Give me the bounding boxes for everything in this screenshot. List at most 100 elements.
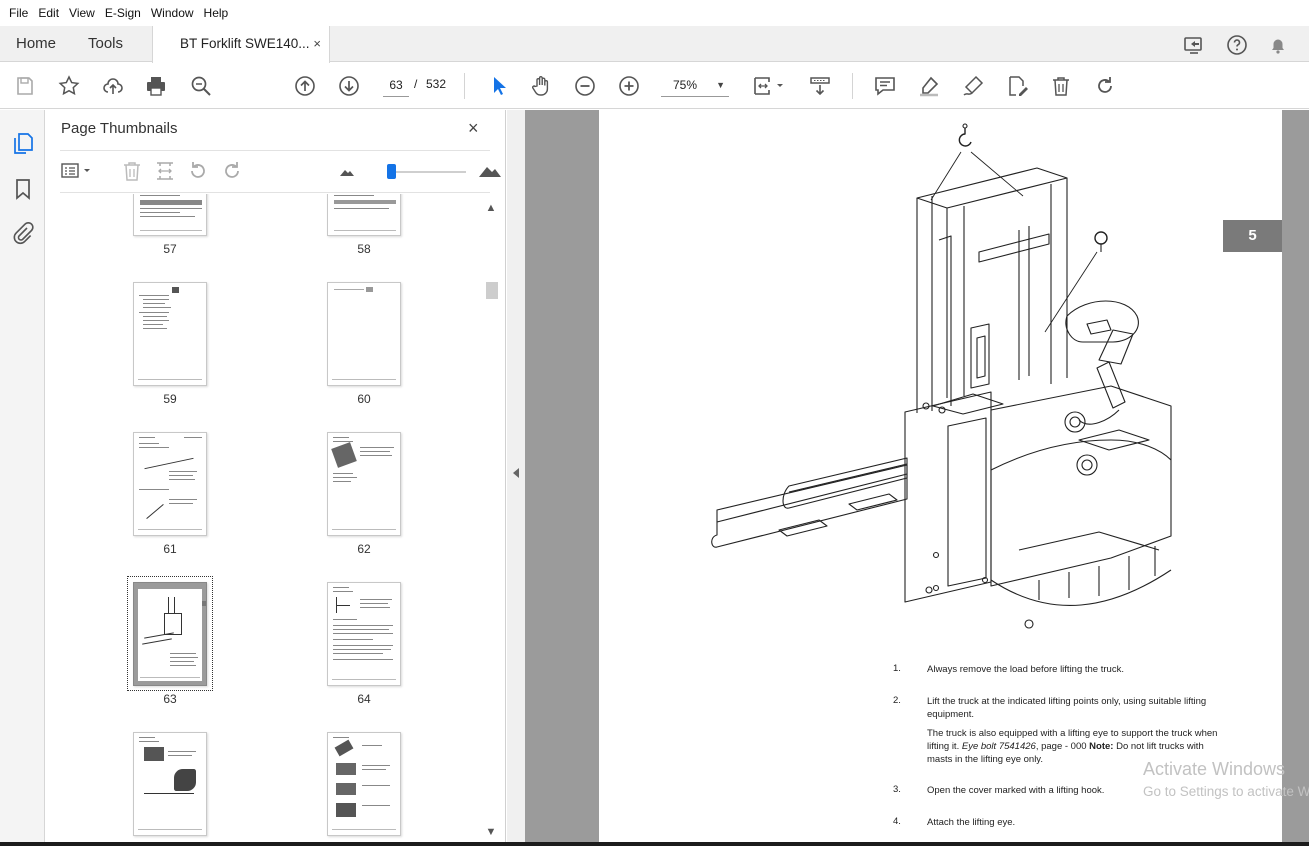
total-pages: 532 (426, 77, 447, 91)
menu-file[interactable]: File (4, 6, 33, 20)
bookmarks-icon[interactable] (10, 176, 36, 202)
thumbnail-size-slider-track[interactable] (388, 171, 466, 173)
thumbnail-page-62[interactable] (327, 432, 401, 536)
thumbnail-label: 61 (163, 542, 177, 556)
menu-esign[interactable]: E-Sign (100, 6, 146, 20)
highlight-pen-icon[interactable] (916, 73, 942, 99)
tab-tools[interactable]: Tools (88, 26, 123, 62)
large-thumbnails-icon[interactable] (478, 159, 502, 183)
main-toolbar: 63 / 532 75% ▼ (0, 63, 1309, 109)
delete-page-icon[interactable] (120, 159, 144, 183)
zoom-out-icon[interactable] (572, 73, 598, 99)
menu-edit[interactable]: Edit (33, 6, 64, 20)
step-text: Always remove the load before lifting th… (927, 664, 1124, 675)
notifications-bell-icon[interactable] (1266, 33, 1290, 57)
thumbnail-options-icon[interactable] (60, 159, 96, 183)
page-thumbnails-panel: Page Thumbnails × 57 58 59 60 61 62 63 6… (46, 110, 506, 846)
thumbnail-page-61[interactable] (133, 432, 207, 536)
toolbar-divider (852, 73, 853, 99)
thumbnail-scrollbar[interactable]: ▲ ▼ (484, 202, 498, 838)
step-text: Lift the truck at the indicated lifting … (927, 696, 1207, 720)
comment-icon[interactable] (872, 73, 898, 99)
page-number-input[interactable]: 63 (383, 73, 409, 97)
scrollbar-thumb[interactable] (486, 282, 498, 299)
thumbnail-page-58[interactable] (327, 194, 401, 236)
scroll-mode-icon[interactable] (807, 73, 833, 99)
draw-freehand-icon[interactable] (960, 73, 986, 99)
thumbnail-page-57[interactable] (133, 194, 207, 236)
step-number: 3. (893, 784, 901, 795)
small-thumbnails-icon[interactable] (337, 159, 357, 183)
next-page-icon[interactable] (336, 73, 362, 99)
step-text: Open the cover marked with a lifting hoo… (927, 785, 1105, 796)
scroll-down-icon[interactable]: ▼ (484, 826, 498, 838)
thumbnail-page-63[interactable] (133, 582, 207, 686)
step-number: 4. (893, 816, 901, 827)
zoom-in-icon[interactable] (616, 73, 642, 99)
step-note-text: The truck is also equipped with a liftin… (927, 728, 1218, 765)
rotate-right-icon[interactable] (220, 159, 244, 183)
step-3: 3. Open the cover marked with a lifting … (893, 784, 1223, 798)
tab-document[interactable]: BT Forklift SWE140... × (152, 26, 330, 63)
toolbar-divider (464, 73, 465, 99)
edit-document-icon[interactable] (1004, 73, 1030, 99)
hand-tool-icon[interactable] (528, 73, 554, 99)
thumbnail-label: 58 (357, 242, 371, 256)
thumbnail-label: 62 (357, 542, 371, 556)
step-text: Attach the lifting eye. (927, 817, 1016, 828)
menu-view[interactable]: View (64, 6, 100, 20)
step-number: 1. (893, 663, 901, 674)
thumbnail-page-65[interactable] (133, 732, 207, 836)
thumbnail-page-66[interactable] (327, 732, 401, 836)
save-icon[interactable] (12, 73, 38, 99)
step-number: 2. (893, 695, 901, 706)
page-thumbnails-icon[interactable] (10, 130, 36, 156)
thumbnail-page-64[interactable] (327, 582, 401, 686)
previous-page-icon[interactable] (292, 73, 318, 99)
thumbnail-size-slider-handle[interactable] (387, 164, 396, 179)
step-4: 4. Attach the lifting eye. (893, 816, 1223, 830)
fit-page-icon[interactable] (751, 73, 787, 99)
thumbnail-grid: 57 58 59 60 61 62 63 64 (46, 194, 486, 846)
cloud-upload-icon[interactable] (100, 73, 126, 99)
rotate-left-icon[interactable] (186, 159, 210, 183)
thumbnail-toolbar (60, 150, 501, 193)
bookmark-star-icon[interactable] (56, 73, 82, 99)
thumbnail-label: 63 (163, 692, 177, 706)
zoom-select[interactable]: 75% ▼ (661, 73, 729, 97)
thumbnail-label: 60 (357, 392, 371, 406)
delete-icon[interactable] (1048, 73, 1074, 99)
attachments-icon[interactable] (10, 220, 36, 246)
thumbnail-label: 59 (163, 392, 177, 406)
acrobat-window: File Edit View E-Sign Window Help Home T… (0, 0, 1309, 846)
tab-document-title: BT Forklift SWE140... (180, 36, 310, 51)
close-panel-icon[interactable]: × (468, 118, 479, 139)
share-screen-icon[interactable] (1182, 33, 1206, 57)
scroll-up-icon[interactable]: ▲ (484, 202, 498, 214)
help-icon[interactable] (1225, 33, 1249, 57)
thumbnail-label: 57 (163, 242, 177, 256)
menu-help[interactable]: Help (199, 6, 234, 20)
zoom-value: 75% (673, 78, 698, 92)
step-1: 1. Always remove the load before lifting… (893, 663, 1223, 677)
crop-pages-icon[interactable] (153, 159, 177, 183)
step-2: 2. Lift the truck at the indicated lifti… (893, 695, 1223, 723)
thumbnail-page-60[interactable] (327, 282, 401, 386)
menu-bar: File Edit View E-Sign Window Help (0, 0, 1309, 26)
tab-bar: Home Tools BT Forklift SWE140... × (0, 26, 1309, 63)
redo-rotate-icon[interactable] (1092, 73, 1118, 99)
menu-window[interactable]: Window (146, 6, 199, 20)
forklift-illustration (711, 123, 1172, 629)
chevron-down-icon: ▼ (716, 80, 725, 90)
panel-title: Page Thumbnails (61, 120, 178, 137)
close-tab-icon[interactable]: × (313, 26, 321, 62)
page-separator: / (414, 77, 418, 91)
thumbnail-page-59[interactable] (133, 282, 207, 386)
find-zoom-icon[interactable] (188, 73, 214, 99)
tab-home[interactable]: Home (16, 26, 56, 62)
step-2-note: The truck is also equipped with a liftin… (893, 727, 1223, 767)
panel-splitter[interactable] (507, 110, 525, 846)
collapse-panel-icon[interactable] (513, 468, 519, 478)
print-icon[interactable] (143, 73, 169, 99)
select-cursor-icon[interactable] (485, 73, 511, 99)
